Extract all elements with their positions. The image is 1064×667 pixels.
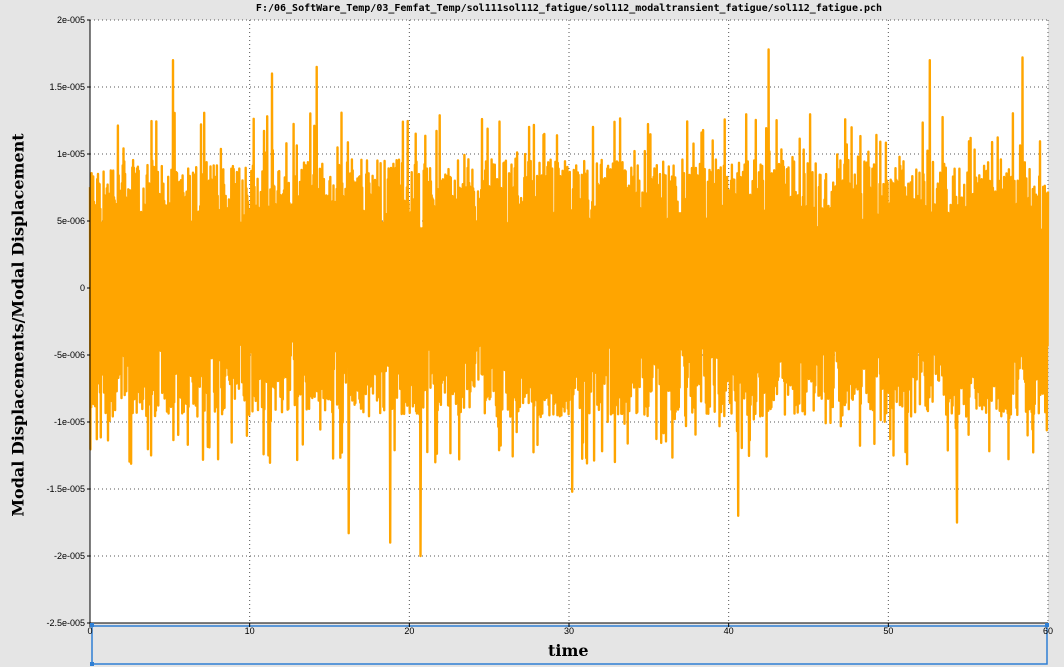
y-tick-label: -1.5e-005 <box>46 484 85 494</box>
y-tick-label: -2.5e-005 <box>46 618 85 628</box>
x-tick-label: 30 <box>564 626 574 636</box>
y-axis-ticks: 2e-005 1.5e-005 1e-005 5e-006 0 -5e-006 -1e-00… <box>46 15 90 628</box>
y-tick-label: 5e-006 <box>57 216 85 226</box>
x-tick-label: 50 <box>883 626 893 636</box>
x-tick-label: 60 <box>1043 626 1053 636</box>
y-tick-label: 2e-005 <box>57 15 85 25</box>
x-tick-label: 10 <box>245 626 255 636</box>
y-tick-label: 1e-005 <box>57 149 85 159</box>
range-handle-start-bottom[interactable] <box>90 662 94 666</box>
y-tick-label: -5e-006 <box>54 350 85 360</box>
range-handle-end[interactable] <box>1045 623 1049 627</box>
y-tick-label: 0 <box>80 283 85 293</box>
x-axis-ticks: 0 10 20 30 40 50 60 <box>87 623 1053 636</box>
y-tick-label: 1.5e-005 <box>49 82 85 92</box>
y-tick-label: -1e-005 <box>54 417 85 427</box>
x-tick-label: 0 <box>87 626 92 636</box>
range-handle-start[interactable] <box>90 623 94 627</box>
x-tick-label: 20 <box>404 626 414 636</box>
x-tick-label: 40 <box>724 626 734 636</box>
y-tick-label: -2e-005 <box>54 551 85 561</box>
chart-canvas[interactable]: 2e-005 1.5e-005 1e-005 5e-006 0 -5e-006 -1e-00… <box>0 0 1064 667</box>
